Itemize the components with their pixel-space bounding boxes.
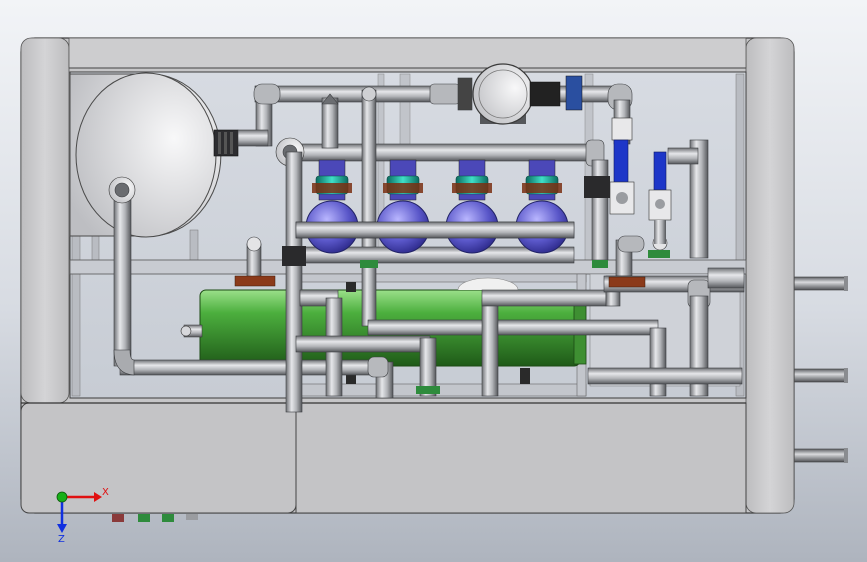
x-axis-label: X (102, 487, 109, 498)
z-axis-label: Z (58, 534, 65, 545)
y-axis-dot (56, 491, 68, 503)
cad-viewport[interactable]: X Z (0, 0, 867, 562)
outlet-pipes[interactable] (792, 276, 848, 463)
base-feet (112, 514, 198, 522)
